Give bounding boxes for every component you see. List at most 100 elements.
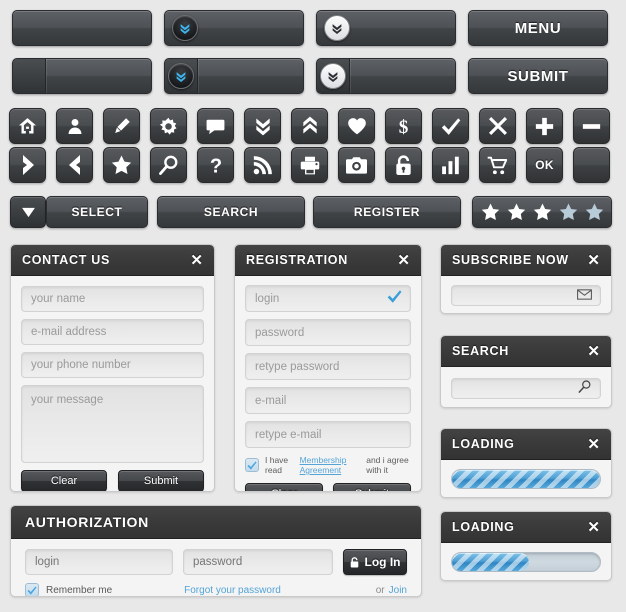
question-icon[interactable]: ? <box>197 147 234 183</box>
rss-icon[interactable] <box>244 147 281 183</box>
print-icon[interactable] <box>291 147 328 183</box>
minus-icon[interactable] <box>573 108 610 144</box>
double-chevron-down-icon <box>320 63 346 89</box>
phone-input[interactable] <box>21 352 204 378</box>
email-input[interactable] <box>245 387 411 414</box>
remember-me-label: Remember me <box>46 584 113 596</box>
blank-icon[interactable] <box>573 147 610 183</box>
ok-icon[interactable]: OK <box>526 147 563 183</box>
password-input[interactable] <box>245 319 411 346</box>
submit-button[interactable]: SUBMIT <box>468 58 608 94</box>
lock-icon[interactable] <box>385 147 422 183</box>
svg-text:$: $ <box>399 117 409 137</box>
star-icon[interactable] <box>585 203 604 221</box>
panel-header: LOADING ✕ <box>441 429 611 460</box>
split-blank-button[interactable] <box>12 58 152 94</box>
close-icon[interactable]: ✕ <box>587 253 600 268</box>
message-textarea[interactable] <box>21 385 204 463</box>
select-button[interactable]: SELECT <box>46 196 148 228</box>
email-field-wrap <box>245 387 411 414</box>
split-chevron-light-button[interactable] <box>316 58 456 94</box>
double-chevron-down-icon <box>324 15 350 41</box>
star-icon[interactable] <box>559 203 578 221</box>
clear-button[interactable]: Clear <box>21 470 107 491</box>
login-field-wrap <box>245 285 411 312</box>
gear-icon[interactable] <box>150 108 187 144</box>
panel-body: I have read Membership Agreement and i a… <box>235 276 421 491</box>
authorization-panel: AUTHORIZATION ✕ Log In Remember me Forgo… <box>10 505 422 597</box>
phone-field-wrap <box>21 352 204 378</box>
dollar-icon[interactable]: $ <box>385 108 422 144</box>
contact-us-panel: CONTACT US ✕ Clear Submit <box>10 244 215 492</box>
select-dropdown[interactable] <box>10 196 46 228</box>
agreement-text-before: I have read <box>265 455 289 475</box>
split-cell[interactable] <box>165 59 198 93</box>
double-chevron-up-icon[interactable] <box>291 108 328 144</box>
close-icon[interactable]: ✕ <box>397 253 410 268</box>
cart-icon[interactable] <box>479 147 516 183</box>
plus-icon[interactable] <box>526 108 563 144</box>
submit-button[interactable]: Submit <box>118 470 204 491</box>
search-button[interactable]: SEARCH <box>157 196 305 228</box>
membership-agreement-link[interactable]: Membership Agreement <box>300 455 361 475</box>
camera-icon[interactable] <box>338 147 375 183</box>
panel-body <box>441 276 611 313</box>
star-icon[interactable] <box>507 203 526 221</box>
submit-button[interactable]: Submit <box>333 483 411 491</box>
password-field-wrap <box>245 319 411 346</box>
page-title: CONTACT US <box>22 253 111 267</box>
user-icon[interactable] <box>56 108 93 144</box>
search-icon[interactable] <box>578 379 592 398</box>
agreement-checkbox[interactable] <box>245 458 259 472</box>
star-icon[interactable] <box>481 203 500 221</box>
close-icon[interactable] <box>479 108 516 144</box>
chevron-left-icon[interactable] <box>56 147 93 183</box>
double-chevron-down-icon[interactable] <box>244 108 281 144</box>
chart-bar-icon[interactable] <box>432 147 469 183</box>
name-field-wrap <box>21 286 204 312</box>
split-cell[interactable] <box>13 59 46 93</box>
close-icon[interactable]: ✕ <box>190 253 203 268</box>
name-input[interactable] <box>21 286 204 312</box>
page-title: AUTHORIZATION <box>25 514 149 530</box>
heart-icon[interactable] <box>338 108 375 144</box>
or-text: or <box>375 584 385 596</box>
home-icon[interactable] <box>9 108 46 144</box>
retype-password-field-wrap <box>245 353 411 380</box>
star-rating[interactable] <box>472 196 612 228</box>
login-input[interactable] <box>25 549 173 575</box>
search-icon[interactable] <box>150 147 187 183</box>
close-icon[interactable]: ✕ <box>587 520 600 535</box>
split-chevron-dark-button[interactable] <box>164 58 304 94</box>
envelope-icon[interactable] <box>577 287 592 305</box>
form-actions: Clear Submit <box>21 470 204 491</box>
join-link[interactable]: Join <box>389 585 407 596</box>
double-chevron-down-icon <box>168 63 194 89</box>
retype-email-input[interactable] <box>245 421 411 448</box>
star-icon[interactable] <box>103 147 140 183</box>
remember-me-checkbox[interactable] <box>25 583 39 596</box>
login-button[interactable]: Log In <box>343 549 407 575</box>
progress-bar <box>451 469 601 489</box>
forgot-password-link[interactable]: Forgot your password <box>184 585 281 596</box>
search-field-wrap <box>451 378 601 399</box>
split-cell[interactable] <box>317 59 350 93</box>
retype-password-input[interactable] <box>245 353 411 380</box>
chevron-light-button[interactable] <box>316 10 456 46</box>
loading-panel-1: LOADING ✕ <box>440 428 612 498</box>
close-icon[interactable]: ✕ <box>587 344 600 359</box>
blank-button[interactable] <box>12 10 152 46</box>
password-input[interactable] <box>183 549 333 575</box>
chevron-right-icon[interactable] <box>9 147 46 183</box>
chevron-dark-button[interactable] <box>164 10 304 46</box>
pencil-icon[interactable] <box>103 108 140 144</box>
panel-body: Clear Submit <box>11 276 214 491</box>
close-icon[interactable]: ✕ <box>587 437 600 452</box>
menu-button[interactable]: MENU <box>468 10 608 46</box>
register-button[interactable]: REGISTER <box>313 196 461 228</box>
email-input[interactable] <box>21 319 204 345</box>
star-icon[interactable] <box>533 203 552 221</box>
comment-icon[interactable] <box>197 108 234 144</box>
clear-button[interactable]: Clear <box>245 483 323 491</box>
check-icon[interactable] <box>432 108 469 144</box>
